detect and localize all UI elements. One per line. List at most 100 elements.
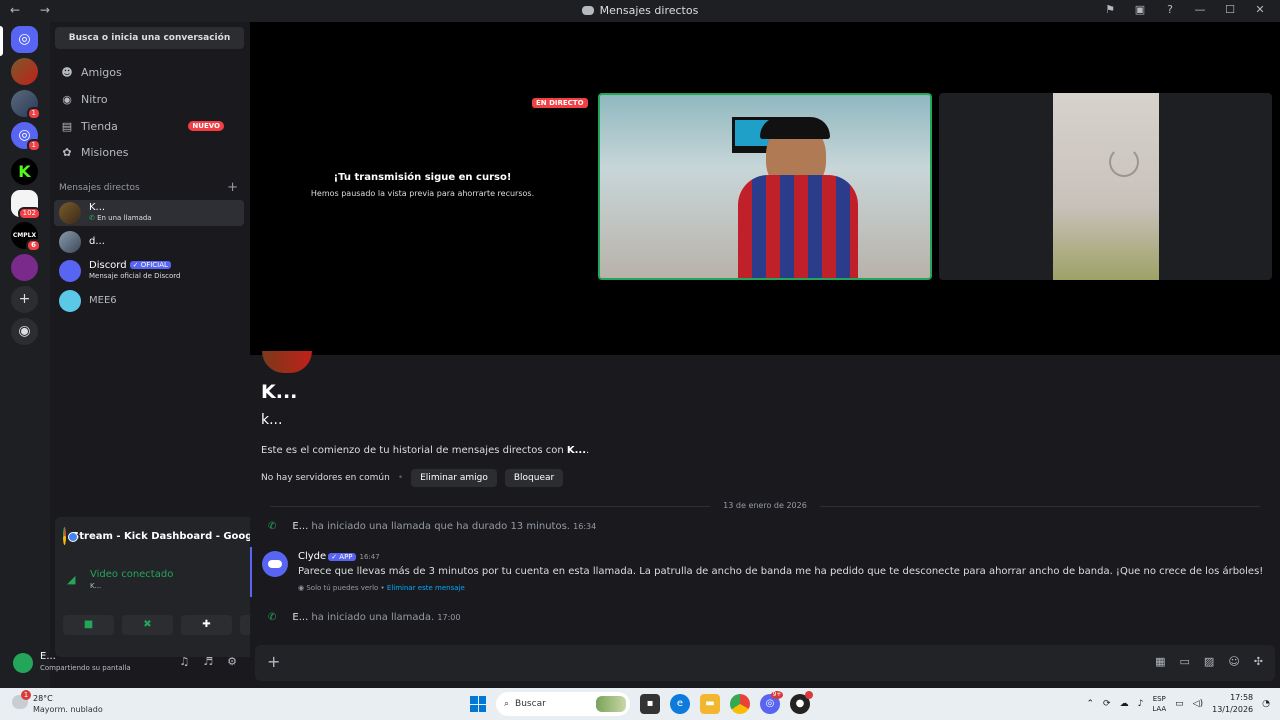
- call-time: 17:00: [437, 613, 461, 622]
- discord-taskbar-icon[interactable]: ◎ 9+: [760, 691, 783, 714]
- sticker-icon[interactable]: ▨: [1204, 655, 1214, 668]
- inbox-flag-icon[interactable]: ⚑: [1102, 3, 1118, 16]
- sidebar-item-quests[interactable]: ✿ Misiones: [60, 141, 128, 163]
- dm-status: ✆ En una llamada: [89, 214, 152, 222]
- taskbar-search-text: Buscar: [515, 699, 546, 709]
- kick-server-icon[interactable]: K: [11, 158, 38, 185]
- headphones-icon[interactable]: ♬: [203, 655, 213, 668]
- complex-server-icon[interactable]: CMPLX 6: [11, 222, 41, 252]
- dm-item[interactable]: Discord ✓ OFICIAL Mensaje oficial de Disc…: [54, 258, 244, 284]
- windows-start-icon[interactable]: [470, 696, 486, 712]
- clyde-name[interactable]: Clyde: [298, 551, 326, 562]
- chrome-taskbar-icon[interactable]: [730, 694, 750, 714]
- file-explorer-icon[interactable]: ▬: [700, 694, 720, 714]
- server-icon-2[interactable]: 1: [11, 90, 41, 120]
- mic-tray-icon[interactable]: ♪: [1138, 699, 1144, 709]
- message-composer[interactable]: + ▦ ▭ ▨ ☺ ✣: [255, 645, 1275, 681]
- network-icon[interactable]: ▭: [1175, 699, 1184, 709]
- dm-sidebar: Busca o inicia una conversación ☻ Amigos …: [50, 22, 295, 688]
- activities-button[interactable]: ✚: [181, 615, 232, 635]
- explore-icon[interactable]: ◉: [11, 318, 38, 345]
- profile-username: k...: [261, 412, 283, 428]
- notification-bell-icon[interactable]: ◔: [1262, 699, 1270, 709]
- message-time: 16:47: [359, 553, 380, 561]
- beginning-suffix: .: [586, 445, 590, 456]
- voice-status[interactable]: Video conectado: [90, 569, 173, 580]
- clyde-avatar[interactable]: [262, 551, 288, 577]
- chat-beginning: Este es el comienzo de tu historial de m…: [261, 445, 589, 456]
- server-icon-3[interactable]: ◎ 1: [11, 122, 41, 152]
- server-icon-7[interactable]: [11, 254, 38, 281]
- call-user[interactable]: E...: [292, 521, 308, 532]
- dm-name: MEE6: [89, 295, 117, 306]
- ephemeral-text: Solo tú puedes verlo: [306, 584, 379, 592]
- call-user[interactable]: E...: [292, 612, 308, 623]
- dm-item[interactable]: K... ✆ En una llamada: [54, 200, 244, 226]
- apps-icon[interactable]: ✣: [1254, 655, 1263, 668]
- chevron-up-icon[interactable]: ⌃: [1086, 699, 1094, 709]
- avatar: [59, 231, 81, 253]
- camera-button[interactable]: ■: [63, 615, 114, 635]
- settings-gear-icon[interactable]: ⚙: [227, 655, 237, 668]
- weather-badge: 1: [21, 690, 31, 700]
- block-button[interactable]: Bloquear: [504, 469, 564, 487]
- sidebar-item-friends[interactable]: ☻ Amigos: [60, 61, 121, 83]
- help-icon[interactable]: ?: [1162, 3, 1178, 16]
- taskbar-search[interactable]: ⌕ Buscar: [496, 692, 630, 716]
- user-avatar[interactable]: [13, 653, 33, 673]
- temperature: 28°C: [33, 694, 53, 703]
- paused-subtitle: Hemos pausado la vista previa para ahorr…: [310, 189, 535, 198]
- ephemeral-note: ◉ Solo tú puedes verlo • Eliminar este m…: [298, 584, 465, 592]
- emoji-icon[interactable]: ☺: [1228, 655, 1239, 668]
- add-server-icon[interactable]: +: [11, 286, 38, 313]
- call-video-area: ¡Tu transmisión sigue en curso! Hemos pa…: [250, 22, 1280, 355]
- screen-share-icon[interactable]: ▣: [1132, 3, 1148, 16]
- avatar: [59, 290, 81, 312]
- obs-icon[interactable]: ●: [790, 691, 813, 714]
- video-tile-stream[interactable]: [598, 93, 932, 280]
- server-icon-1[interactable]: [11, 58, 38, 85]
- dm-name: K...: [89, 202, 106, 213]
- notification-dot: [805, 691, 813, 699]
- create-dm-button[interactable]: +: [227, 180, 238, 195]
- quests-icon: ✿: [62, 145, 72, 159]
- edge-icon[interactable]: e: [670, 694, 690, 714]
- minimize-icon[interactable]: —: [1192, 3, 1208, 16]
- call-text: ha iniciado una llamada que ha durado 13…: [308, 521, 570, 532]
- dm-name: d...: [89, 236, 105, 247]
- sidebar-item-shop[interactable]: ▤ Tienda NUEVO: [60, 115, 240, 137]
- gift-icon[interactable]: ▦: [1155, 655, 1165, 668]
- task-view-icon[interactable]: ▪: [640, 694, 660, 714]
- volume-icon[interactable]: ◁): [1193, 699, 1203, 709]
- clock[interactable]: 17:58 13/1/2026: [1212, 692, 1253, 716]
- server-icon-5[interactable]: 102: [11, 190, 41, 220]
- search-input[interactable]: Busca o inicia una conversación: [55, 27, 244, 49]
- sidebar-item-nitro[interactable]: ◉ Nitro: [60, 88, 107, 110]
- remove-friend-button[interactable]: Eliminar amigo: [411, 469, 497, 487]
- dismiss-message-link[interactable]: Eliminar este mensaje: [387, 584, 465, 592]
- user-status: Compartiendo su pantalla: [40, 664, 131, 672]
- gif-icon[interactable]: ▭: [1180, 655, 1190, 668]
- search-highlight-image: [596, 696, 626, 712]
- sync-icon[interactable]: ⟳: [1103, 699, 1111, 709]
- attach-plus-icon[interactable]: +: [267, 652, 280, 671]
- windows-taskbar: 1 28°C Mayorm. nublado ⌕ Buscar ▪ e ▬ ◎ 9+…: [0, 688, 1280, 720]
- dm-item[interactable]: MEE6: [54, 288, 244, 314]
- close-icon[interactable]: ✕: [1252, 3, 1268, 16]
- server-rail: ◎ 1 ◎ 1 K 102 CMPLX 6 + ◉: [0, 22, 50, 688]
- dm-item[interactable]: d...: [54, 229, 244, 255]
- language-indicator[interactable]: ESP LAA: [1152, 694, 1166, 714]
- window-title: Mensajes directos: [0, 4, 1280, 17]
- person-shirt: [738, 175, 858, 278]
- mic-icon[interactable]: ♫: [179, 655, 189, 668]
- discord-avatar-icon: [59, 260, 81, 282]
- video-tile-camera[interactable]: [939, 93, 1272, 280]
- discord-icon: [581, 6, 594, 15]
- screen-share-button[interactable]: ✖: [122, 615, 173, 635]
- home-discord-icon[interactable]: ◎: [11, 26, 38, 53]
- phone-icon: ✆: [268, 612, 277, 623]
- maximize-icon[interactable]: ☐: [1222, 3, 1238, 16]
- camera-feed: [1053, 93, 1159, 280]
- dm-status-text: En una llamada: [97, 214, 152, 222]
- cloud-tray-icon[interactable]: ☁: [1120, 699, 1129, 709]
